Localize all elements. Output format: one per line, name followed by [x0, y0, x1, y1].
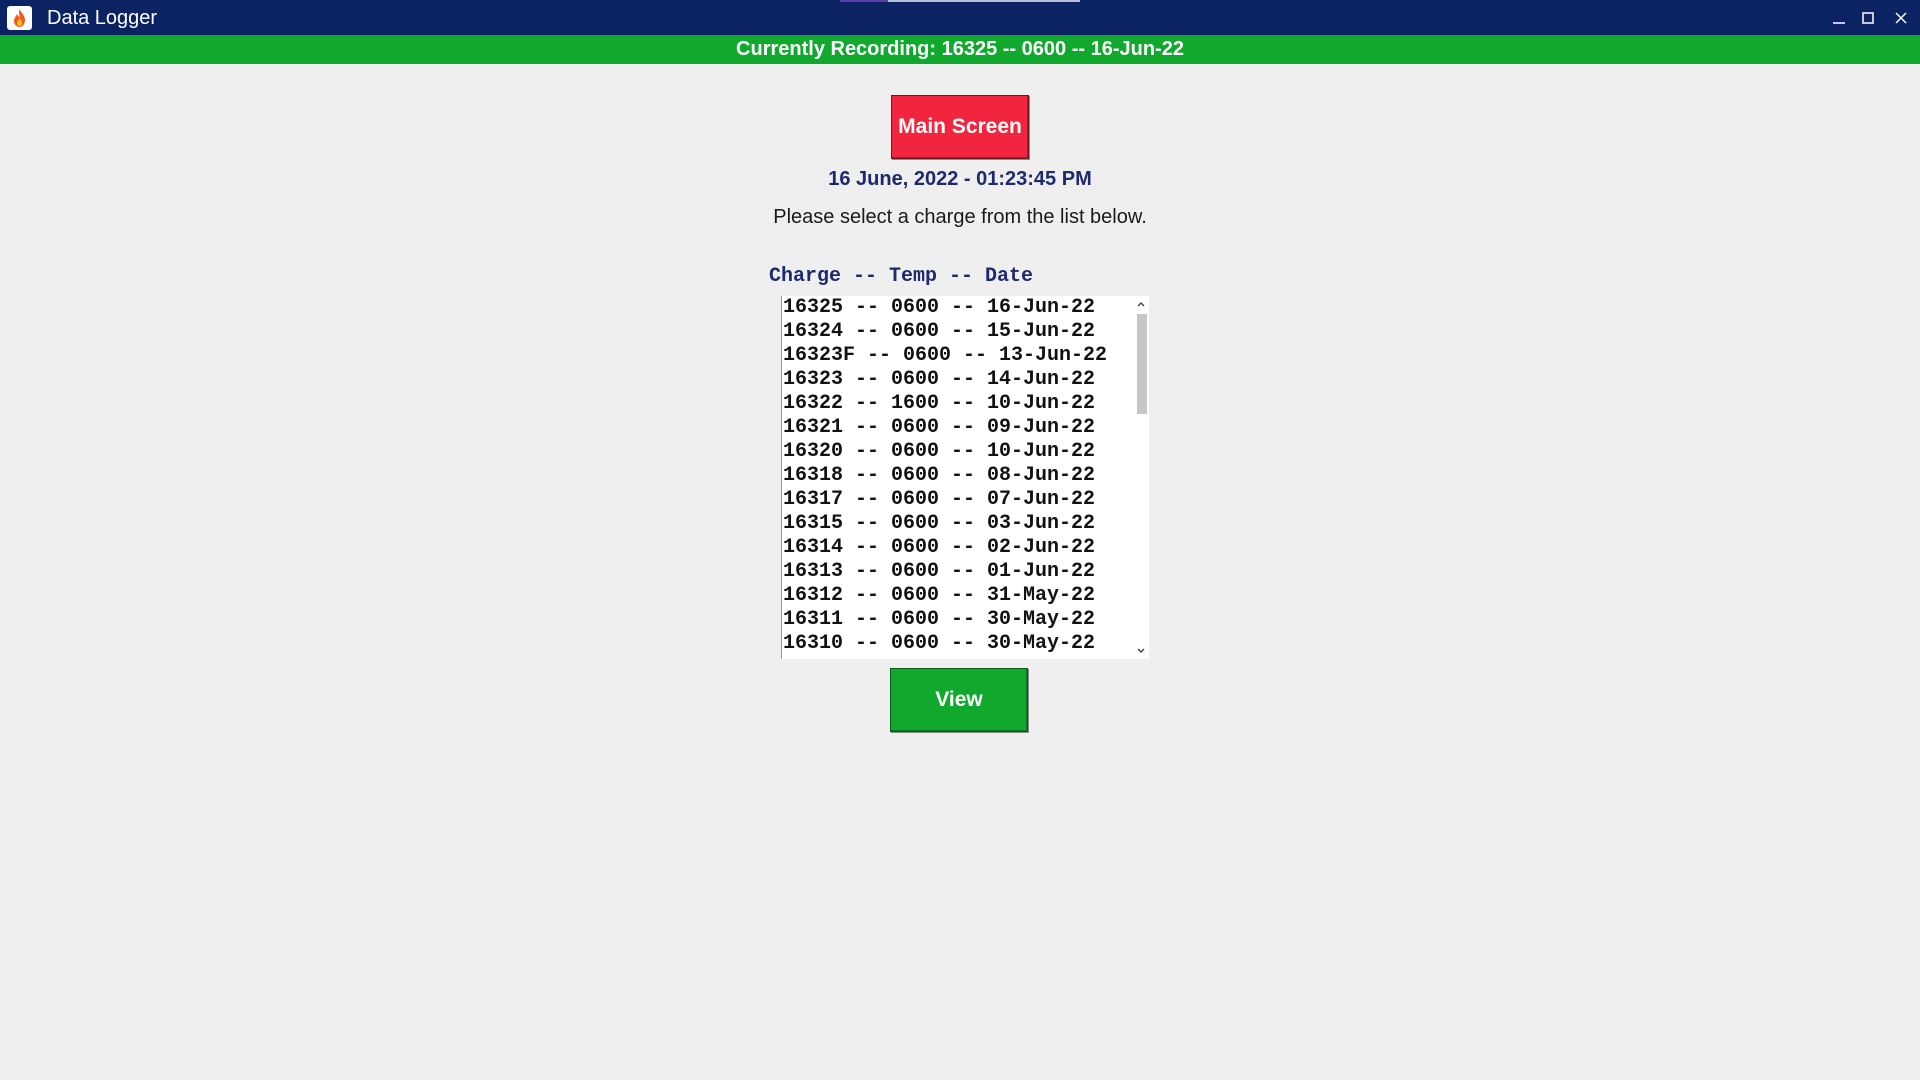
- charge-list-item[interactable]: 16322 -- 1600 -- 10-Jun-22: [782, 392, 1134, 416]
- main-screen-button[interactable]: Main Screen: [891, 95, 1029, 159]
- charge-list-item[interactable]: 16312 -- 0600 -- 31-May-22: [782, 584, 1134, 608]
- charge-listbox[interactable]: 16325 -- 0600 -- 16-Jun-22 16324 -- 0600 …: [781, 296, 1149, 659]
- scroll-down-icon[interactable]: [1133, 644, 1149, 658]
- close-icon[interactable]: [1889, 6, 1913, 30]
- recording-status-banner: Currently Recording: 16325 -- 0600 -- 16…: [0, 35, 1920, 64]
- window-title: Data Logger: [47, 7, 158, 29]
- scroll-thumb[interactable]: [1137, 314, 1147, 414]
- charge-list-item[interactable]: 16317 -- 0600 -- 07-Jun-22: [782, 488, 1134, 512]
- flame-icon: [7, 6, 32, 30]
- charge-list-item[interactable]: 16310 -- 0600 -- 30-May-22: [782, 632, 1134, 656]
- charge-list-item[interactable]: 16314 -- 0600 -- 02-Jun-22: [782, 536, 1134, 560]
- instruction-text: Please select a charge from the list bel…: [773, 206, 1147, 228]
- charge-list-item[interactable]: 16324 -- 0600 -- 15-Jun-22: [782, 320, 1134, 344]
- charge-list-item[interactable]: 16321 -- 0600 -- 09-Jun-22: [782, 416, 1134, 440]
- title-bar: Data Logger: [0, 0, 1920, 35]
- view-button[interactable]: View: [890, 668, 1028, 732]
- minimize-icon[interactable]: [1827, 6, 1851, 30]
- charge-list-item[interactable]: 16323F -- 0600 -- 13-Jun-22: [782, 344, 1134, 368]
- current-datetime: 16 June, 2022 - 01:23:45 PM: [828, 168, 1092, 190]
- charge-list-header: Charge -- Temp -- Date: [769, 265, 1034, 288]
- charge-list-item[interactable]: 16315 -- 0600 -- 03-Jun-22: [782, 512, 1134, 536]
- charge-list-items: 16325 -- 0600 -- 16-Jun-22 16324 -- 0600 …: [782, 296, 1134, 656]
- charge-list-item[interactable]: 16318 -- 0600 -- 08-Jun-22: [782, 464, 1134, 488]
- scroll-up-icon[interactable]: [1133, 297, 1149, 311]
- list-scrollbar[interactable]: [1133, 296, 1149, 659]
- charge-list-item[interactable]: 16323 -- 0600 -- 14-Jun-22: [782, 368, 1134, 392]
- maximize-icon[interactable]: [1856, 6, 1880, 30]
- title-accent-line: [840, 0, 1080, 2]
- charge-list-item[interactable]: 16325 -- 0600 -- 16-Jun-22: [782, 296, 1134, 320]
- charge-list-item[interactable]: 16311 -- 0600 -- 30-May-22: [782, 608, 1134, 632]
- charge-list-item[interactable]: 16313 -- 0600 -- 01-Jun-22: [782, 560, 1134, 584]
- charge-list-item[interactable]: 16320 -- 0600 -- 10-Jun-22: [782, 440, 1134, 464]
